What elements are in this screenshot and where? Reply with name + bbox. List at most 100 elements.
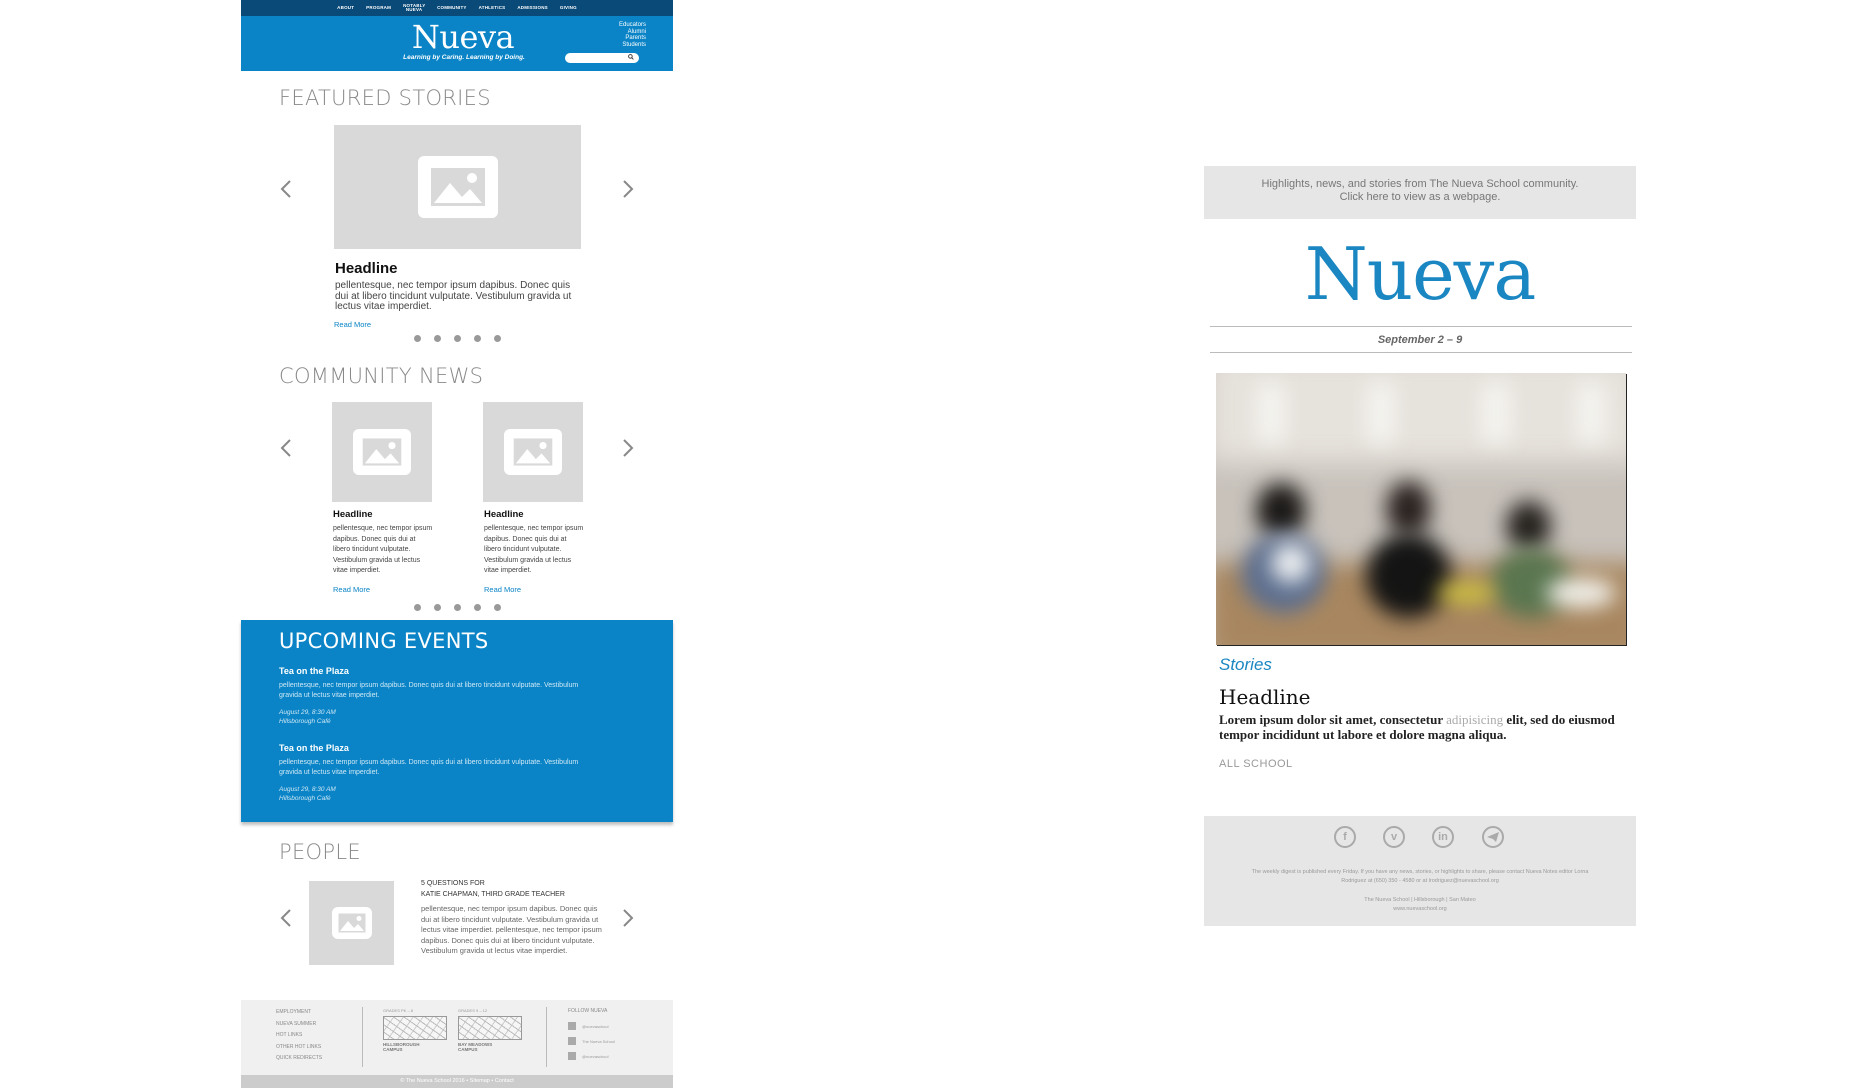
audience-link-students[interactable]: Students [571, 42, 646, 49]
view-as-webpage-link[interactable]: Click here to view as a webpage. [1204, 191, 1636, 204]
carousel-dot[interactable] [454, 604, 461, 611]
community-body: pellentesque, nec tempor ipsum dapibus. … [484, 525, 584, 574]
featured-photo[interactable] [1216, 373, 1626, 645]
carousel-dot[interactable] [474, 335, 481, 342]
website-mockup: ABOUT PROGRAM NOTABLY NUEVA COMMUNITY AT… [241, 0, 673, 1088]
vimeo-icon[interactable] [568, 1052, 576, 1060]
community-image-placeholder[interactable] [332, 402, 432, 502]
telegram-icon[interactable] [1482, 826, 1504, 848]
category-tag[interactable]: ALL SCHOOL [1219, 758, 1293, 770]
facebook-icon[interactable]: f [1334, 826, 1356, 848]
linkedin-icon[interactable] [568, 1037, 576, 1045]
divider [1210, 352, 1632, 353]
people-prev-arrow-icon[interactable] [279, 908, 292, 928]
audience-link-parents[interactable]: Parents [571, 35, 646, 42]
community-read-more-link[interactable]: Read More [484, 585, 521, 594]
nav-admissions[interactable]: ADMISSIONS [517, 5, 548, 10]
follow-heading: FOLLOW NUEVA [568, 1008, 608, 1014]
audience-link-alumni[interactable]: Alumni [571, 29, 646, 36]
email-body: Lorem ipsum dolor sit amet, consectetur … [1219, 712, 1615, 742]
people-next-arrow-icon[interactable] [622, 908, 635, 928]
footer-address: The Nueva School | Hillsborough | San Ma… [1364, 897, 1476, 903]
image-icon [417, 156, 498, 218]
community-read-more-link[interactable]: Read More [333, 585, 370, 594]
carousel-dot[interactable] [474, 604, 481, 611]
footer-url[interactable]: www.nuevaschool.org [1244, 905, 1596, 914]
preheader-line: Highlights, news, and stories from The N… [1261, 178, 1579, 190]
footer-divider [362, 1007, 363, 1067]
community-headline[interactable]: Headline [484, 509, 524, 520]
vimeo-icon[interactable]: v [1383, 826, 1405, 848]
carousel-dot[interactable] [454, 335, 461, 342]
footer-links: EMPLOYMENT NUEVA SUMMER HOT LINKS OTHER … [276, 1007, 322, 1065]
audience-link-educators[interactable]: Educators [571, 22, 646, 29]
top-navigation: ABOUT PROGRAM NOTABLY NUEVA COMMUNITY AT… [241, 0, 673, 16]
event-title[interactable]: Tea on the Plaza [279, 743, 349, 753]
carousel-dot[interactable] [434, 604, 441, 611]
upcoming-events-section: UPCOMING EVENTS Tea on the Plaza pellent… [241, 620, 673, 822]
divider [1210, 326, 1632, 327]
email-preheader[interactable]: Highlights, news, and stories from The N… [1204, 166, 1636, 219]
image-icon [504, 429, 562, 475]
campus1-grades: GRADES PK – 8 [383, 1008, 414, 1013]
nav-giving[interactable]: GIVING [560, 5, 577, 10]
nav-about[interactable]: ABOUT [337, 5, 354, 10]
footer-link[interactable]: QUICK REDIRECTS [276, 1053, 322, 1065]
site-header: Nueva Learning by Caring. Learning by Do… [241, 16, 673, 71]
featured-prev-arrow-icon[interactable] [279, 179, 292, 199]
footer-link[interactable]: NUEVA SUMMER [276, 1019, 322, 1031]
site-logo[interactable]: Nueva [403, 20, 523, 54]
nav-athletics[interactable]: ATHLETICS [479, 5, 506, 10]
footer-link[interactable]: EMPLOYMENT [276, 1007, 322, 1019]
footer-link[interactable]: HOT LINKS [276, 1030, 322, 1042]
campus2-map[interactable] [458, 1016, 522, 1040]
search-icon[interactable] [628, 54, 634, 60]
image-icon [353, 429, 411, 475]
featured-read-more-link[interactable]: Read More [334, 320, 371, 329]
nav-program[interactable]: PROGRAM [366, 5, 391, 10]
community-next-arrow-icon[interactable] [622, 438, 635, 458]
community-prev-arrow-icon[interactable] [279, 438, 292, 458]
carousel-dot[interactable] [414, 335, 421, 342]
people-body: pellentesque, nec tempor ipsum dapibus. … [421, 904, 602, 955]
community-headline[interactable]: Headline [333, 509, 373, 520]
nav-notably-nueva[interactable]: NOTABLY NUEVA [403, 3, 425, 12]
footer-link[interactable]: OTHER HOT LINKS [276, 1042, 322, 1054]
campus1-map[interactable] [383, 1016, 447, 1040]
linkedin-icon[interactable]: in [1432, 826, 1454, 848]
community-news-heading: COMMUNITY NEWS [279, 364, 484, 388]
upcoming-events-heading: UPCOMING EVENTS [279, 629, 489, 653]
social-handle[interactable]: @nuevaschool [582, 1024, 609, 1029]
nav-community[interactable]: COMMUNITY [437, 5, 467, 10]
facebook-icon[interactable] [568, 1022, 576, 1030]
event-title[interactable]: Tea on the Plaza [279, 666, 349, 676]
featured-next-arrow-icon[interactable] [622, 179, 635, 199]
issue-date: September 2 – 9 [1377, 334, 1463, 346]
people-title[interactable]: KATIE CHAPMAN, THIRD GRADE TEACHER [421, 891, 565, 898]
site-footer: EMPLOYMENT NUEVA SUMMER HOT LINKS OTHER … [241, 1000, 673, 1075]
people-image-placeholder[interactable] [309, 881, 394, 965]
email-newsletter: Highlights, news, and stories from The N… [1204, 166, 1636, 926]
community-carousel-dots [414, 604, 501, 611]
email-footer: f v in The weekly digest is published ev… [1204, 816, 1636, 926]
featured-image-placeholder[interactable] [334, 125, 581, 249]
community-image-placeholder[interactable] [483, 402, 583, 502]
highlighted-word: adipisicing [1446, 712, 1504, 727]
copyright-bar: © The Nueva School 2016 • Sitemap • Cont… [241, 1075, 673, 1088]
carousel-dot[interactable] [414, 604, 421, 611]
search-input[interactable] [565, 53, 639, 63]
carousel-dot[interactable] [434, 335, 441, 342]
event-body: pellentesque, nec tempor ipsum dapibus. … [279, 682, 579, 699]
social-handle[interactable]: @nuevaschool [582, 1054, 609, 1059]
featured-carousel-dots [414, 335, 501, 342]
people-heading: PEOPLE [279, 840, 361, 864]
footer-note: The weekly digest is published every Fri… [1251, 869, 1589, 884]
footer-divider [546, 1007, 547, 1067]
email-headline[interactable]: Headline [1219, 685, 1311, 709]
people-kicker: 5 QUESTIONS FOR [421, 880, 485, 887]
social-handle[interactable]: The Nueva School [582, 1039, 615, 1044]
featured-headline[interactable]: Headline [335, 260, 398, 277]
carousel-dot[interactable] [494, 335, 501, 342]
carousel-dot[interactable] [494, 604, 501, 611]
site-tagline: Learning by Caring. Learning by Doing. [403, 54, 525, 61]
